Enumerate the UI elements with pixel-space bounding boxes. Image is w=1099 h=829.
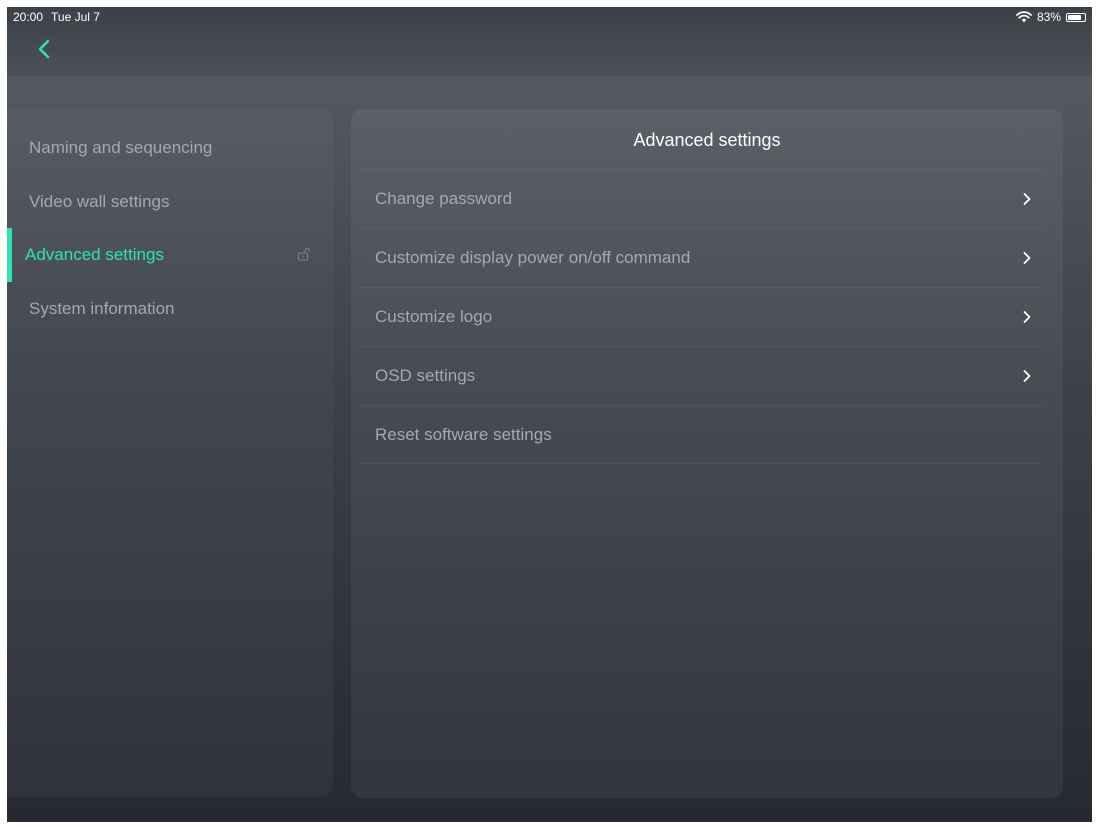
chevron-right-icon: [1023, 193, 1031, 205]
top-bar: 20:00 Tue Jul 7 83%: [7, 7, 1092, 76]
status-time: 20:00: [13, 10, 44, 24]
row-customize-logo[interactable]: Customize logo: [360, 287, 1042, 346]
sidebar-item-video-wall-settings[interactable]: Video wall settings: [7, 175, 333, 229]
row-reset-software-settings[interactable]: Reset software settings: [360, 405, 1042, 464]
status-bar-left: 20:00 Tue Jul 7: [13, 10, 100, 24]
sidebar-item-label: System information: [29, 299, 175, 318]
wifi-icon: [1016, 11, 1032, 23]
row-osd-settings[interactable]: OSD settings: [360, 346, 1042, 405]
chevron-right-icon: [1023, 311, 1031, 323]
active-indicator: [7, 228, 12, 282]
row-label: Reset software settings: [375, 424, 552, 444]
status-date: Tue Jul 7: [51, 10, 100, 24]
main-panel: Advanced settings Change password Custom…: [351, 109, 1063, 798]
battery-percent: 83%: [1036, 10, 1061, 24]
sidebar: Naming and sequencing Video wall setting…: [7, 109, 333, 797]
battery-icon: [1066, 12, 1086, 22]
row-change-password[interactable]: Change password: [360, 169, 1042, 228]
chevron-right-icon: [1023, 370, 1031, 382]
sidebar-item-system-information[interactable]: System information: [7, 282, 333, 336]
back-button[interactable]: [33, 37, 55, 61]
sidebar-item-label: Advanced settings: [25, 245, 164, 264]
status-bar-right: 83%: [1016, 10, 1086, 24]
row-label: Customize logo: [375, 307, 493, 326]
chevron-right-icon: [1023, 252, 1031, 264]
sidebar-item-label: Video wall settings: [29, 192, 170, 211]
page-title: Advanced settings: [633, 130, 781, 150]
lock-icon: [297, 247, 310, 261]
sidebar-item-advanced-settings[interactable]: Advanced settings: [7, 228, 333, 282]
row-customize-display-power-command[interactable]: Customize display power on/off command: [360, 228, 1042, 287]
row-label: Customize display power on/off command: [375, 248, 691, 267]
app-window: 20:00 Tue Jul 7 83% Naming and sequencin…: [7, 7, 1092, 822]
row-label: OSD settings: [375, 366, 476, 385]
sidebar-item-naming-and-sequencing[interactable]: Naming and sequencing: [7, 121, 333, 175]
sidebar-item-label: Naming and sequencing: [29, 138, 213, 157]
row-label: Change password: [375, 189, 513, 208]
